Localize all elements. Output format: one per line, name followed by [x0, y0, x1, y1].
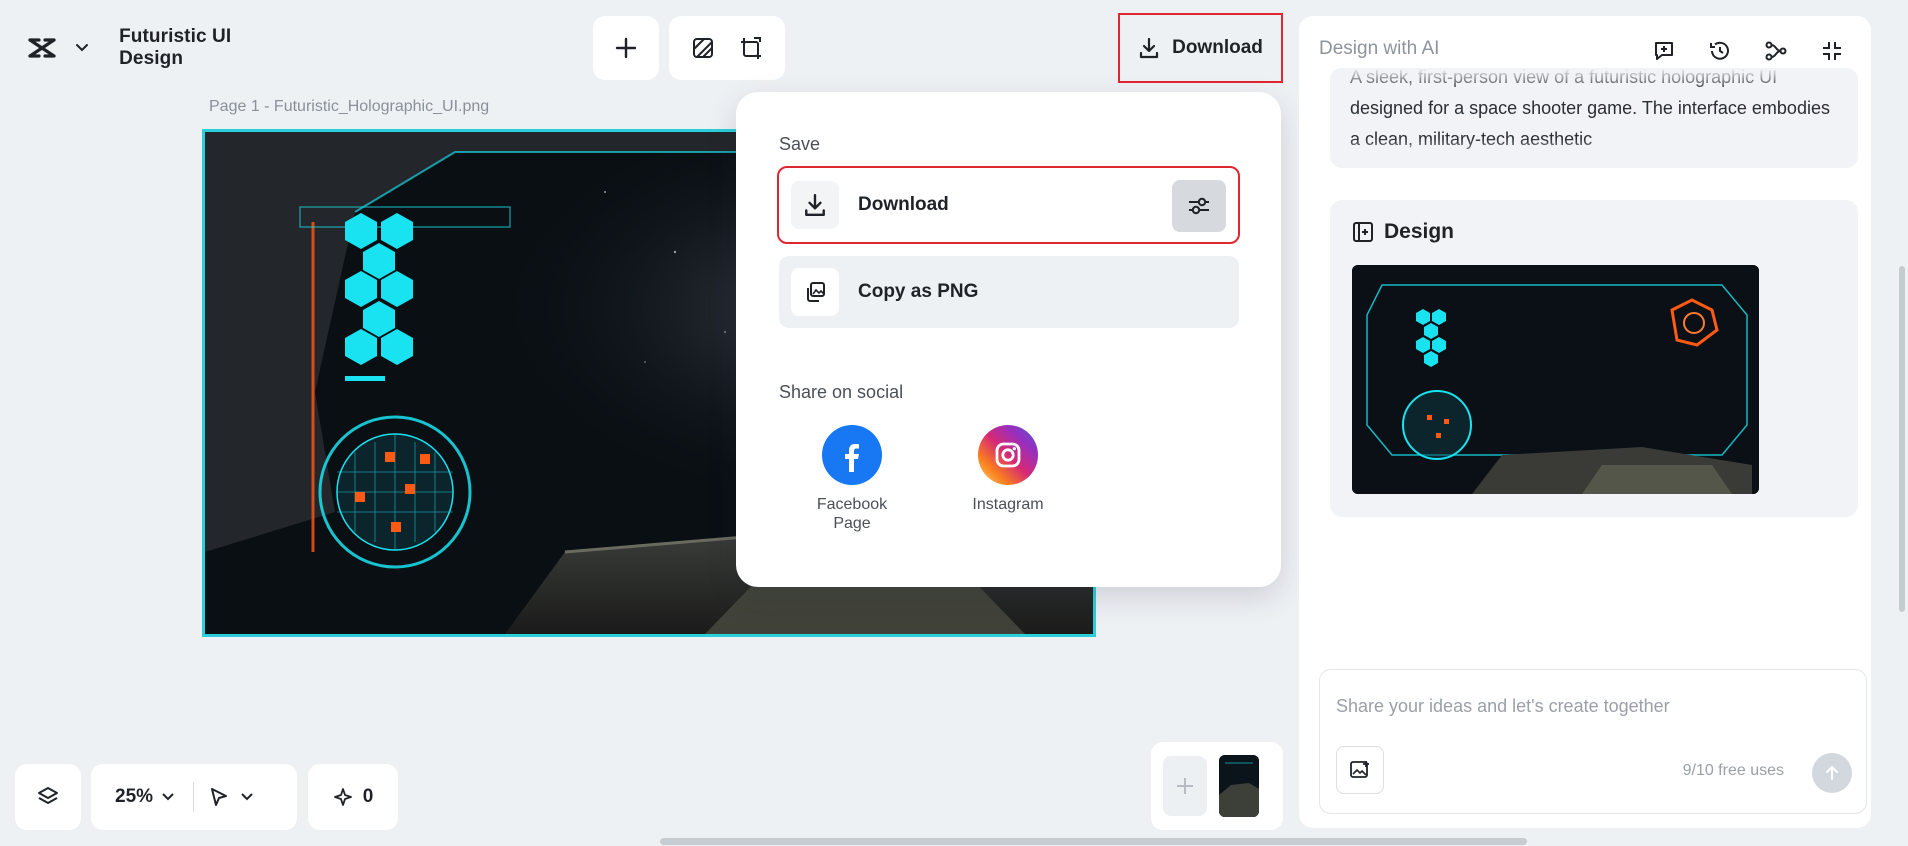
- panel-title: Design with AI: [1319, 38, 1440, 59]
- download-settings-button[interactable]: [1172, 180, 1226, 232]
- resize-button[interactable]: [733, 30, 769, 66]
- free-uses-counter: 9/10 free uses: [1682, 762, 1784, 779]
- download-icon: [1140, 37, 1159, 59]
- new-chat-button[interactable]: [1645, 32, 1683, 70]
- project-header: Futuristic UI Design: [8, 14, 298, 82]
- chat-input-area: Share your ideas and let's create togeth…: [1319, 669, 1867, 814]
- page-thumbnail-image: [1219, 755, 1259, 817]
- collapse-panel-button[interactable]: [1813, 32, 1851, 70]
- add-element-button[interactable]: [593, 16, 659, 80]
- facebook-icon: [822, 425, 882, 485]
- new-chat-icon: [1655, 42, 1673, 60]
- chevron-down-icon[interactable]: [69, 35, 95, 61]
- instagram-icon: [978, 425, 1038, 485]
- resize-icon: [741, 37, 761, 59]
- send-button[interactable]: [1812, 753, 1852, 793]
- chevron-down-icon[interactable]: [240, 792, 254, 802]
- credits-count: 0: [362, 786, 374, 807]
- download-option[interactable]: Download: [777, 166, 1240, 244]
- sliders-icon: [1189, 197, 1209, 215]
- plus-icon: [1177, 778, 1193, 794]
- instagram-label: Instagram: [972, 496, 1044, 513]
- panel-scrollbar[interactable]: [1899, 266, 1905, 612]
- design-heading: Design: [1352, 220, 1454, 244]
- credits-indicator[interactable]: 0: [308, 764, 398, 830]
- download-option-label: Download: [858, 194, 949, 215]
- save-heading: Save: [779, 134, 821, 154]
- download-button-label: Download: [1172, 37, 1263, 58]
- history-icon: [1710, 41, 1729, 60]
- download-menu: Save Download Copy as PNG Share on socia…: [736, 92, 1281, 587]
- prompt-message: A sleek, first-person view of a futurist…: [1330, 68, 1858, 168]
- chat-input[interactable]: Share your ideas and let's create togeth…: [1336, 696, 1670, 717]
- arrow-up-icon: [1826, 765, 1838, 780]
- workflow-icon: [1765, 41, 1787, 61]
- share-instagram[interactable]: Instagram: [948, 425, 1068, 514]
- upload-image-button[interactable]: [1336, 746, 1384, 794]
- project-title[interactable]: Futuristic UI Design: [119, 26, 298, 70]
- hatch-icon: [693, 38, 713, 58]
- collapse-icon: [1823, 42, 1841, 60]
- design-thumbnail-image: [1352, 265, 1759, 494]
- share-heading: Share on social: [779, 382, 904, 402]
- background-remove-button[interactable]: [685, 30, 721, 66]
- design-heading-label: Design: [1384, 220, 1455, 243]
- zoom-controls: 25%: [91, 764, 297, 830]
- pointer-tool-icon[interactable]: [208, 786, 230, 808]
- zoom-level[interactable]: 25%: [115, 786, 153, 808]
- copy-as-png-option[interactable]: Copy as PNG: [779, 256, 1239, 328]
- workflow-button[interactable]: [1757, 32, 1795, 70]
- plus-icon: [615, 37, 637, 59]
- page-strip: [1151, 742, 1283, 830]
- download-button[interactable]: Download: [1118, 13, 1283, 83]
- layers-icon: [38, 787, 58, 804]
- copy-image-icon: [791, 268, 839, 316]
- canvas-tools: [669, 16, 785, 80]
- page-thumbnail[interactable]: [1219, 755, 1259, 817]
- app-logo-icon[interactable]: [22, 28, 61, 68]
- design-result-card: Design: [1330, 200, 1858, 517]
- add-page-button[interactable]: [1163, 756, 1207, 816]
- page-label: Page 1 - Futuristic_Holographic_UI.png: [209, 98, 490, 115]
- copy-as-png-label: Copy as PNG: [858, 281, 979, 302]
- design-icon: [1353, 222, 1373, 242]
- chevron-down-icon[interactable]: [161, 792, 175, 802]
- add-image-icon: [1350, 761, 1369, 778]
- design-thumbnail[interactable]: [1352, 265, 1759, 494]
- layers-button[interactable]: [15, 764, 81, 830]
- share-facebook-page[interactable]: Facebook Page: [792, 425, 912, 533]
- canvas-horizontal-scrollbar[interactable]: [660, 838, 1527, 845]
- facebook-label: Facebook Page: [816, 496, 888, 532]
- history-button[interactable]: [1701, 32, 1739, 70]
- panel-toolbar: [1645, 32, 1851, 70]
- download-icon: [791, 181, 839, 229]
- design-with-ai-panel: Design with AI A sleek, first-person vie…: [1299, 16, 1871, 828]
- sparkle-icon: [333, 788, 352, 806]
